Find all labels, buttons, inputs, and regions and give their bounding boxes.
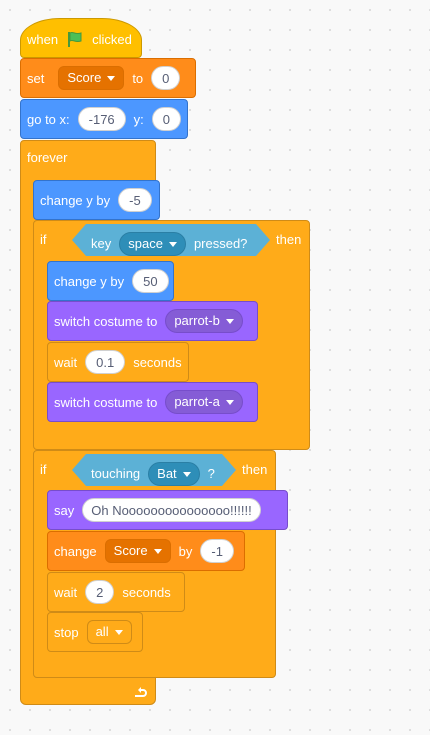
change-y-label: change y by	[54, 273, 125, 289]
stop-label: stop	[54, 624, 79, 640]
seconds-label: seconds	[133, 354, 182, 370]
by-label: by	[178, 543, 193, 559]
wait-input[interactable]: 0.1	[85, 350, 126, 374]
change-value-input[interactable]: -1	[200, 539, 234, 563]
green-flag-icon	[66, 30, 84, 48]
to-label: to	[132, 70, 144, 86]
if-label: if	[40, 462, 47, 477]
chevron-down-icon	[183, 472, 191, 477]
clicked-label: clicked	[92, 31, 132, 47]
costume-dropdown[interactable]: parrot-b	[165, 309, 243, 333]
variable-name: Score	[67, 70, 102, 85]
chevron-down-icon	[107, 75, 116, 81]
costume-dropdown[interactable]: parrot-a	[165, 390, 243, 414]
chevron-down-icon	[114, 629, 123, 635]
change-y-input[interactable]: -5	[118, 188, 152, 212]
say-label: say	[54, 502, 75, 518]
go-to-x-label: go to x:	[27, 111, 70, 127]
key-label: key	[91, 236, 112, 251]
key-dropdown[interactable]: space	[119, 232, 186, 256]
chevron-down-icon	[153, 548, 162, 554]
variable-dropdown[interactable]: Score	[58, 66, 125, 90]
change-label: change	[54, 543, 97, 559]
x-input[interactable]: -176	[77, 107, 126, 131]
set-label: set	[27, 70, 45, 86]
touching-target: Bat	[157, 466, 177, 481]
then-label: then	[276, 232, 302, 247]
if-label: if	[40, 232, 47, 247]
variable-name: Score	[113, 543, 148, 558]
loop-arrow-icon	[132, 684, 148, 700]
switch-costume-label: switch costume to	[54, 394, 158, 410]
y-input[interactable]: 0	[151, 107, 182, 131]
costume-name: parrot-a	[174, 394, 220, 409]
touching-condition[interactable]: touching Bat ?	[72, 454, 236, 486]
forever-label: forever	[27, 150, 68, 165]
stop-option: all	[95, 624, 109, 639]
change-y-input[interactable]: 50	[132, 269, 169, 293]
set-value-input[interactable]: 0	[151, 66, 181, 90]
touching-dropdown[interactable]: Bat	[148, 462, 200, 486]
chevron-down-icon	[225, 399, 234, 405]
wait-label: wait	[54, 584, 78, 600]
key-name: space	[128, 236, 163, 251]
seconds-label: seconds	[122, 584, 171, 600]
key-pressed-condition[interactable]: key space pressed?	[72, 224, 270, 256]
switch-costume-label: switch costume to	[54, 313, 158, 329]
question-mark-label: ?	[207, 466, 215, 481]
stop-option-dropdown[interactable]: all	[86, 620, 132, 644]
say-message-input[interactable]: Oh Nooooooooooooooo!!!!!!	[82, 498, 261, 522]
when-label: when	[27, 31, 59, 47]
y-label: y:	[133, 111, 144, 127]
wait-input[interactable]: 2	[85, 580, 115, 604]
wait-label: wait	[54, 354, 78, 370]
chevron-down-icon	[169, 242, 177, 247]
costume-name: parrot-b	[174, 313, 220, 328]
chevron-down-icon	[225, 318, 234, 324]
then-label: then	[242, 462, 268, 477]
touching-label: touching	[91, 466, 141, 481]
change-y-label: change y by	[40, 192, 111, 208]
pressed-label: pressed?	[193, 236, 248, 251]
variable-dropdown[interactable]: Score	[104, 539, 171, 563]
